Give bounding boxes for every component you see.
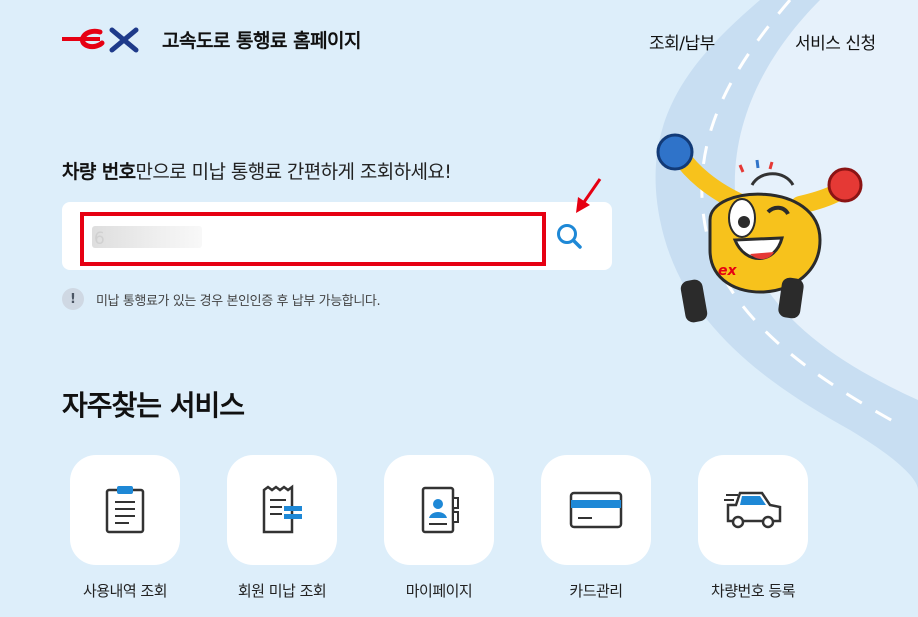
nav-inquiry-payment[interactable]: 조회/납부	[649, 29, 715, 54]
site-title: 고속도로 통행료 홈페이지	[162, 29, 362, 52]
service-card-management[interactable]: 카드관리	[541, 455, 651, 600]
car-icon	[724, 491, 782, 529]
notice-text: 미납 통행료가 있는 경우 본인인증 후 납부 가능합니다.	[96, 293, 381, 309]
service-vehicle-registration[interactable]: 차량번호 등록	[698, 455, 808, 600]
service-card[interactable]	[227, 455, 337, 565]
credit-card-icon	[569, 491, 623, 529]
service-label: 차량번호 등록	[710, 582, 796, 600]
service-label: 카드관리	[569, 582, 623, 600]
svg-text:ex: ex	[104, 44, 106, 46]
service-card[interactable]	[384, 455, 494, 565]
frequent-services-title: 자주찾는 서비스	[62, 389, 245, 422]
headline-text: 만으로 미납 통행료 간편하게 조회하세요!	[135, 161, 452, 183]
site-logo[interactable]: ex 고속도로 통행료 홈페이지	[60, 24, 362, 54]
service-member-unpaid[interactable]: 회원 미납 조회	[227, 455, 337, 600]
pointer-arrow-icon	[576, 178, 602, 213]
blurred-input-value	[92, 226, 202, 248]
clipboard-icon	[105, 486, 145, 534]
receipt-icon	[262, 484, 302, 534]
service-usage-history[interactable]: 사용내역 조회	[70, 455, 180, 600]
service-card[interactable]	[70, 455, 180, 565]
info-icon: !	[62, 288, 84, 310]
service-mypage[interactable]: 마이페이지	[384, 455, 494, 600]
svg-text:ex: ex	[718, 263, 737, 279]
service-card[interactable]	[698, 455, 808, 565]
id-card-icon	[421, 486, 459, 534]
header: ex 고속도로 통행료 홈페이지 조회/납부 서비스 신청	[0, 0, 918, 80]
headline-emphasis: 차량 번호	[62, 161, 136, 183]
service-label: 마이페이지	[405, 582, 473, 600]
service-label: 사용내역 조회	[82, 582, 168, 600]
payment-notice: ! 미납 통행료가 있는 경우 본인인증 후 납부 가능합니다.	[62, 288, 381, 310]
nav-service-request[interactable]: 서비스 신청	[795, 29, 876, 54]
ex-logo-icon: ex	[62, 27, 139, 53]
vehicle-search-box	[62, 202, 612, 270]
service-label: 회원 미납 조회	[237, 582, 327, 600]
search-icon[interactable]	[554, 221, 584, 251]
hero-headline: 차량 번호만으로 미납 통행료 간편하게 조회하세요!	[62, 157, 452, 184]
service-card[interactable]	[541, 455, 651, 565]
mascot-car-illustration: ex	[656, 133, 863, 323]
